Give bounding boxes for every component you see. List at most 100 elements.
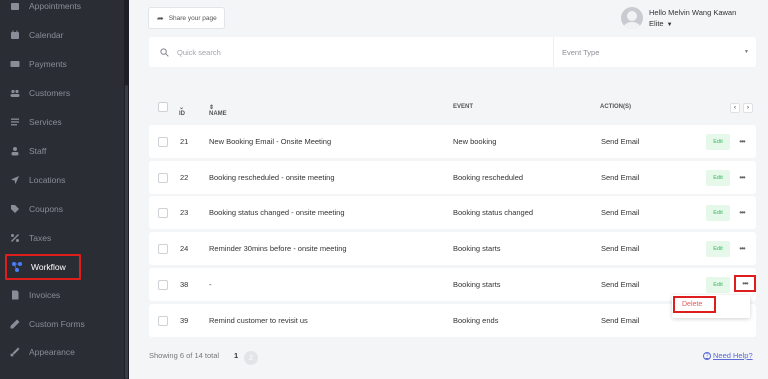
event-type-label: Event Type — [562, 47, 600, 57]
sidebar-item-label: Services — [29, 117, 62, 127]
row-id: 22 — [180, 173, 189, 182]
row-checkbox[interactable] — [158, 280, 168, 290]
edit-button[interactable]: Edit — [706, 205, 730, 221]
row-action: Send Email — [601, 137, 640, 146]
payments-icon — [10, 59, 20, 69]
share-arrow-icon: ➦ — [157, 13, 164, 23]
sidebar-item-custom-forms[interactable]: Custom Forms — [10, 312, 85, 336]
table-row[interactable]: 38 - Booking starts Send Email Edit ••• — [149, 268, 756, 301]
edit-button[interactable]: Edit — [706, 241, 730, 257]
row-checkbox[interactable] — [158, 208, 168, 218]
need-help-label: Need Help? — [713, 351, 753, 360]
row-action: Send Email — [601, 316, 640, 325]
sidebar-item-coupons[interactable]: Coupons — [10, 197, 63, 221]
column-event: EVENT — [453, 104, 474, 110]
column-id[interactable]: ID ⌄ — [179, 104, 185, 117]
table-row[interactable]: 21 New Booking Email - Onsite Meeting Ne… — [149, 125, 756, 158]
search-icon — [160, 47, 169, 57]
row-action: Send Email — [601, 244, 640, 253]
staff-icon — [10, 146, 20, 156]
row-checkbox[interactable] — [158, 137, 168, 147]
row-name: Remind customer to revisit us — [209, 316, 308, 325]
row-action: Send Email — [601, 280, 640, 289]
delete-menu-item[interactable]: Delete — [673, 296, 716, 313]
row-actions-menu: Delete — [672, 295, 750, 318]
chevron-down-icon: ▼ — [666, 22, 673, 28]
locations-icon — [10, 175, 20, 185]
workflow-icon — [12, 262, 22, 272]
select-all-checkbox[interactable] — [158, 102, 168, 112]
row-name: - — [209, 280, 212, 289]
sidebar: Appointments Calendar Payments Customers… — [0, 0, 129, 379]
sidebar-item-payments[interactable]: Payments — [10, 52, 67, 76]
sidebar-item-customers[interactable]: Customers — [10, 81, 70, 105]
page-1-button[interactable]: 1 — [234, 351, 238, 360]
row-event: Booking status changed — [453, 208, 534, 217]
sidebar-scroll-thumb[interactable] — [125, 85, 128, 379]
row-checkbox[interactable] — [158, 173, 168, 183]
table-row[interactable]: 22 Booking rescheduled - onsite meeting … — [149, 161, 756, 194]
sidebar-item-label: Calendar — [29, 30, 64, 40]
more-options-icon[interactable]: ••• — [737, 205, 747, 219]
sidebar-item-label: Locations — [29, 175, 66, 185]
caret-down-icon: ▼ — [744, 49, 749, 55]
sidebar-item-label: Taxes — [29, 233, 52, 243]
user-greeting: Hello Melvin Wang Kawan — [649, 8, 737, 17]
row-event: Booking ends — [453, 316, 499, 325]
prev-page-button[interactable]: ‹ — [730, 103, 740, 113]
more-options-icon[interactable]: ••• — [737, 241, 747, 255]
row-id: 38 — [180, 280, 189, 289]
edit-button[interactable]: Edit — [706, 134, 730, 150]
more-options-icon[interactable]: ••• — [737, 170, 747, 184]
help-icon: ? — [703, 351, 711, 360]
row-checkbox[interactable] — [158, 244, 168, 254]
sidebar-item-invoices[interactable]: Invoices — [10, 283, 60, 307]
event-type-select[interactable]: Event Type ▼ — [554, 37, 756, 67]
need-help-link[interactable]: ? Need Help? — [703, 351, 753, 360]
sidebar-item-taxes[interactable]: Taxes — [10, 226, 51, 250]
avatar — [621, 7, 643, 29]
table-header: ID ⌄ NAME ⇕ EVENT ACTION(S) ‹ › — [149, 97, 756, 117]
table-row[interactable]: 39 Remind customer to revisit us Booking… — [149, 304, 756, 337]
more-options-icon[interactable]: ••• — [737, 134, 747, 148]
coupons-icon — [10, 204, 20, 214]
share-page-button[interactable]: ➦ Share your page — [148, 7, 225, 29]
search-box — [149, 37, 554, 67]
row-event: Booking starts — [453, 280, 501, 289]
next-page-button[interactable]: › — [743, 103, 753, 113]
search-input[interactable] — [177, 47, 477, 57]
page-2-button[interactable]: 2 — [244, 351, 258, 365]
row-name: Booking rescheduled - onsite meeting — [209, 173, 335, 182]
edit-button[interactable]: Edit — [706, 277, 730, 293]
sidebar-item-label: Appointments — [29, 1, 81, 11]
row-checkbox[interactable] — [158, 316, 168, 326]
sidebar-item-services[interactable]: Services — [10, 110, 62, 134]
more-options-icon[interactable]: ••• — [734, 275, 756, 292]
sidebar-item-label: Staff — [29, 146, 47, 156]
sidebar-item-label: Workflow — [31, 262, 66, 272]
row-event: Booking starts — [453, 244, 501, 253]
row-id: 21 — [180, 137, 189, 146]
row-action: Send Email — [601, 173, 640, 182]
sidebar-item-appearance[interactable]: Appearance — [10, 340, 75, 364]
services-icon — [10, 117, 20, 127]
appearance-icon — [10, 347, 20, 357]
custom-forms-icon — [10, 319, 20, 329]
sidebar-item-calendar[interactable]: Calendar — [10, 23, 64, 47]
sidebar-item-workflow[interactable]: Workflow — [5, 254, 81, 280]
sidebar-item-label: Coupons — [29, 204, 64, 214]
user-plan: Elite — [649, 19, 664, 28]
sidebar-item-appointments[interactable]: Appointments — [10, 0, 81, 18]
user-menu[interactable]: Hello Melvin Wang Kawan Elite ▼ — [621, 7, 736, 31]
row-action: Send Email — [601, 208, 640, 217]
column-name[interactable]: NAME ⇕ — [209, 104, 227, 117]
edit-button[interactable]: Edit — [706, 170, 730, 186]
sidebar-item-locations[interactable]: Locations — [10, 168, 65, 192]
table-row[interactable]: 23 Booking status changed - onsite meeti… — [149, 196, 756, 229]
table-row[interactable]: 24 Reminder 30mins before - onsite meeti… — [149, 232, 756, 265]
row-event: Booking rescheduled — [453, 173, 524, 182]
row-event: New booking — [453, 137, 497, 146]
row-id: 39 — [180, 316, 189, 325]
row-name: Reminder 30mins before - onsite meeting — [209, 244, 347, 253]
sidebar-item-staff[interactable]: Staff — [10, 139, 46, 163]
